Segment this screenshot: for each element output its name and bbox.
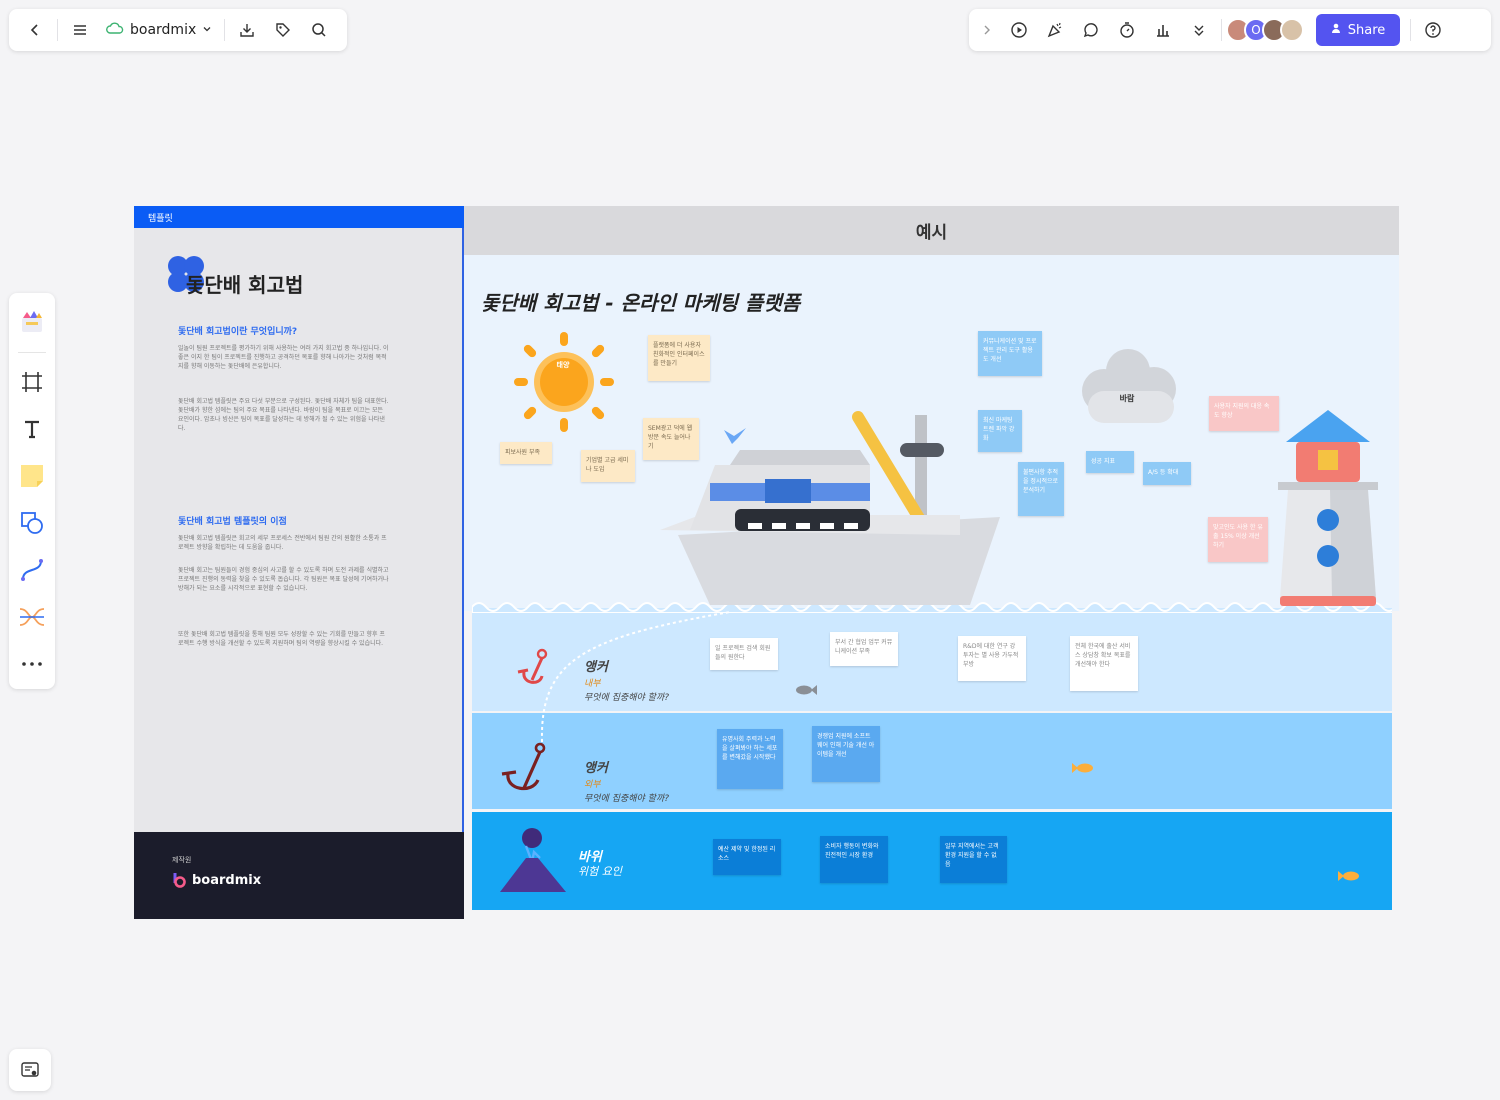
anchor2-title: 앵커 (584, 761, 608, 776)
sticky-note[interactable]: 커뮤니케이션 및 프로젝트 관리 도구 활용도 개선 (978, 331, 1042, 376)
footer-caption: 제작원 (172, 856, 192, 864)
section2-paragraph3: 또한 돛단배 회고법 템플릿을 통해 팀원 모두 성장할 수 있는 기회를 만들… (178, 631, 385, 647)
sticky-note[interactable]: SEM광고 덕에 웹 방문 속도 늘어나기 (643, 418, 699, 460)
minimap-toggle-button[interactable] (9, 1049, 51, 1091)
sticky-note[interactable]: 전체 한국에 출산 서비스 상담창 확보 목표를 개선해야 한다 (1070, 636, 1138, 691)
ship-illustration (660, 411, 1000, 605)
divider (18, 351, 46, 353)
footer-brand-label: boardmix (192, 872, 262, 888)
sun-icon (514, 332, 614, 432)
brand-label: boardmix (130, 22, 197, 38)
celebrate-icon[interactable] (1037, 14, 1073, 46)
connector-icon[interactable] (14, 548, 50, 591)
sticky-note[interactable]: 사용자 지원의 대응 속도 향상 (1209, 396, 1279, 431)
example-header: 예시 (464, 206, 1399, 255)
mindmap-icon[interactable] (14, 595, 50, 638)
sticky-note[interactable]: 맞고인도 사용 한 유출 15% 이상 개선하기 (1208, 517, 1268, 562)
cloud-icon (106, 21, 124, 39)
section1-paragraph1: 일놀이 팀원 프로젝트를 평가하기 위해 사용하는 여러 가지 회고법 중 하나… (178, 345, 389, 370)
section2-heading: 돛단배 회고법 템플릿의 이점 (178, 517, 287, 527)
timer-icon[interactable] (1109, 14, 1145, 46)
collaborator-avatars[interactable]: O (1226, 18, 1304, 42)
text-icon[interactable] (14, 408, 50, 451)
avatar (1280, 18, 1304, 42)
rock-tag: 위험 요인 (578, 865, 622, 878)
sticky-note[interactable]: 유명사회 주력과 노력을 살펴봐야 하는 세포를 변해갔을 시작했다 (717, 729, 783, 789)
play-icon[interactable] (1001, 14, 1037, 46)
section1-paragraph2: 돛단배 회고법 템플릿은 주요 다섯 부분으로 구성된다. 돛단배 자체가 팀을… (178, 398, 389, 432)
user-add-icon (1331, 22, 1343, 38)
sticky-note[interactable]: 기업별 고급 세미나 도입 (581, 450, 635, 482)
lighthouse-illustration (1278, 410, 1378, 606)
section1-heading: 돛단배 회고법이란 무엇입니까? (178, 327, 298, 337)
sticky-note[interactable]: R&D에 대한 연구 강 투자는 별 사용 가두적 부방 (958, 636, 1026, 681)
templates-icon[interactable] (14, 301, 50, 344)
water-band-risk (472, 812, 1392, 910)
top-left-toolbar: boardmix (9, 9, 347, 51)
board-title-dropdown[interactable]: boardmix (98, 21, 220, 39)
sticky-note[interactable]: 최신 마케팅 트렌 파악 강화 (978, 410, 1022, 452)
sticky-note-icon[interactable] (14, 455, 50, 498)
frame-icon[interactable] (14, 361, 50, 404)
comment-icon[interactable] (1073, 14, 1109, 46)
fish-icon (1338, 871, 1359, 881)
sticky-note[interactable]: 부서 간 협업 업무 커뮤니케이션 부족 (830, 632, 898, 666)
shape-icon[interactable] (14, 501, 50, 544)
cloud-label: 바람 (1119, 394, 1135, 403)
chevron-right-icon[interactable] (973, 14, 1001, 46)
rock-icon (500, 828, 566, 892)
section2-paragraph2: 돛단배 회고는 팀원들이 경험 중심의 사고를 할 수 있도록 하며 도전 과제… (178, 567, 389, 592)
sticky-note[interactable]: 경쟁업 지원에 소프트웨어 인해 기술 개선 아이템을 개선 (812, 726, 880, 782)
search-icon[interactable] (301, 14, 337, 46)
anchor1-title: 앵커 (584, 660, 608, 675)
template-title: 돛단배 회고법 (186, 273, 304, 297)
example-title: 돛단배 회고법 - 온라인 마케팅 플랫폼 (481, 291, 801, 315)
sticky-note[interactable]: 성공 지표 (1086, 451, 1134, 473)
sticky-note[interactable]: 불편사항 추적을 정시적으로 분석하기 (1018, 462, 1064, 516)
sticky-note[interactable]: 플랫폼에 더 사용자 친화적인 인터페이스를 만들기 (648, 335, 710, 381)
divider (1221, 19, 1222, 41)
template-tag: 템플릿 (134, 206, 464, 228)
divider (224, 19, 226, 41)
help-icon[interactable] (1415, 14, 1451, 46)
anchor-rope (540, 611, 731, 743)
sticky-note[interactable]: 소비자 행동이 변화와 진전적인 시장 환경 (820, 836, 888, 883)
anchor2-tag: 외부 (584, 780, 601, 790)
sun-label: 태양 (556, 361, 570, 369)
boardmix-logo-icon (173, 873, 186, 888)
menu-icon[interactable] (62, 14, 98, 46)
back-icon[interactable] (17, 14, 53, 46)
fish-icon (1072, 763, 1093, 773)
sticky-note[interactable]: A/S 등 확대 (1143, 462, 1191, 485)
anchor1-question: 무엇에 집중해야 할까? (584, 693, 670, 703)
anchor1-tag: 내부 (584, 679, 601, 689)
template-panel[interactable]: 템플릿 돛단배 회고법 돛단배 회고법이란 무엇입니까? 일놀이 팀원 프로젝트… (134, 206, 464, 919)
fish-icon (796, 685, 817, 695)
more-chevron-icon[interactable] (1181, 14, 1217, 46)
share-label: Share (1347, 22, 1386, 38)
more-tools-icon[interactable] (14, 642, 50, 685)
tag-icon[interactable] (265, 14, 301, 46)
divider (57, 19, 58, 41)
sticky-note[interactable]: 일 프로젝트 검색 회원들의 원한다 (710, 638, 778, 670)
sticky-note[interactable]: 피보사원 부족 (500, 442, 552, 464)
chevron-down-icon (202, 22, 212, 38)
left-toolbar (9, 293, 55, 689)
minimap-icon (21, 1062, 39, 1077)
section2-paragraph1: 돛단배 회고법 템플릿은 회고의 세부 프로세스 전반에서 팀원 간의 원활한 … (178, 535, 387, 551)
anchor2-question: 무엇에 집중해야 할까? (584, 794, 670, 804)
top-right-toolbar: O Share (969, 9, 1491, 51)
sticky-note[interactable]: 일부 지역에서는 고객 환경 지원을 할 수 없음 (940, 836, 1007, 883)
sticky-note[interactable]: 예산 제약 및 한정된 리소스 (713, 839, 781, 875)
footer-brand: boardmix (172, 872, 261, 888)
cloud-icon (1082, 349, 1176, 423)
share-button[interactable]: Share (1316, 14, 1400, 46)
vote-icon[interactable] (1145, 14, 1181, 46)
download-icon[interactable] (229, 14, 265, 46)
template-footer: 제작원 boardmix (134, 832, 464, 919)
divider (1410, 19, 1411, 41)
